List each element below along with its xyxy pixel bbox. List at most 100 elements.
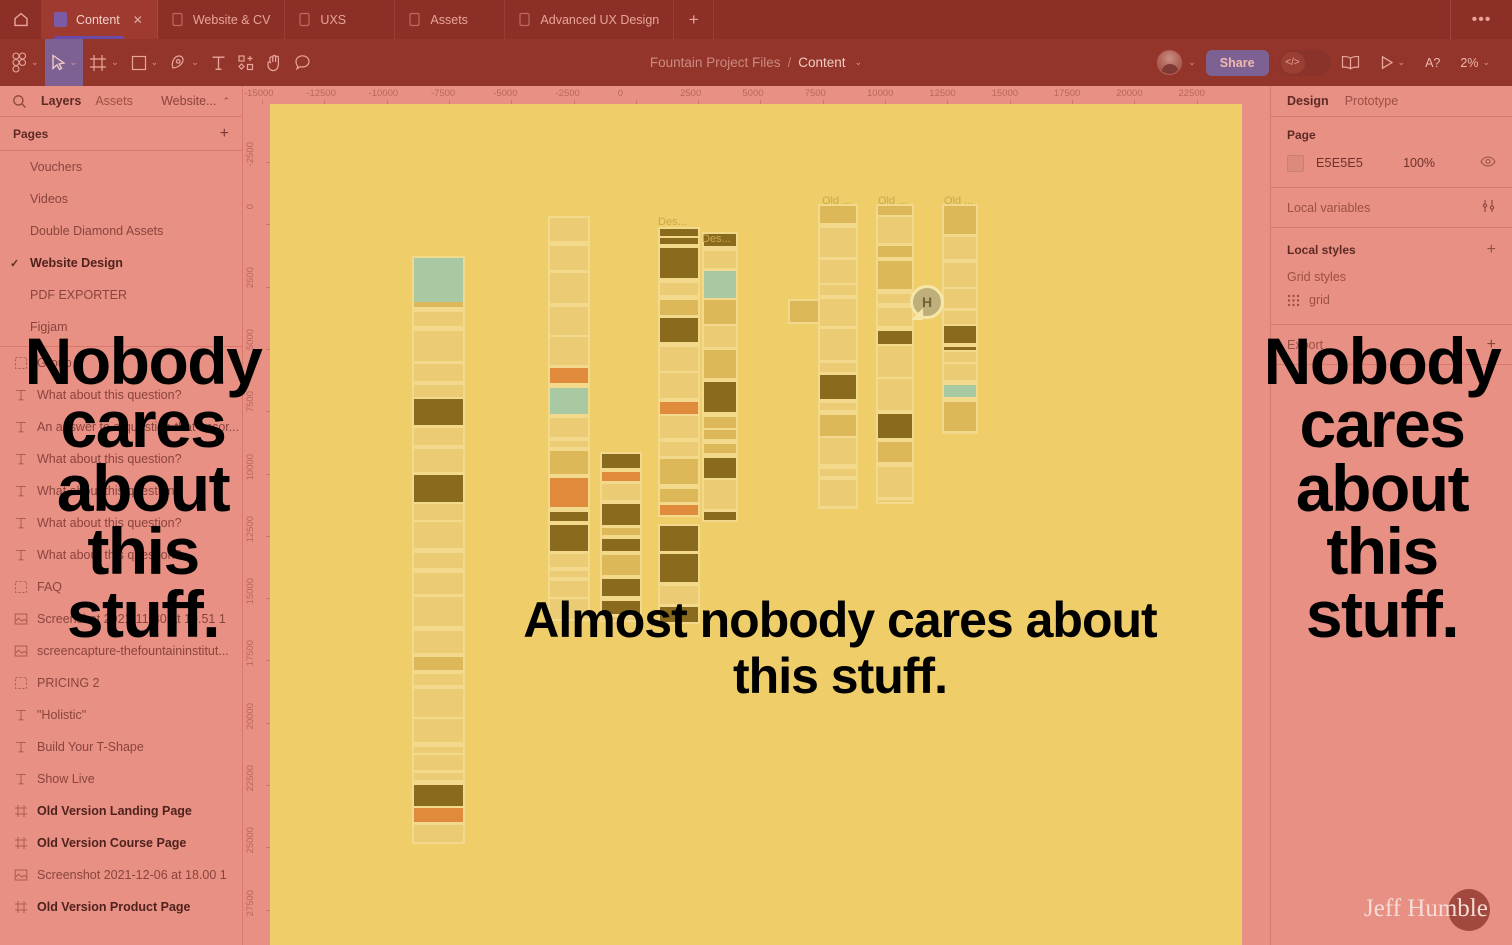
- tab-website-cv[interactable]: Website & CV: [158, 0, 286, 39]
- tab-uxs[interactable]: UXS: [285, 0, 396, 39]
- artboard[interactable]: [942, 204, 978, 434]
- design-canvas[interactable]: Des... Des... Old ... Old ... Old ... H: [270, 104, 1242, 945]
- ruler-tick-label: -7500: [430, 88, 456, 99]
- artboard-block: [550, 571, 588, 577]
- artboard-block: [878, 206, 912, 215]
- artboard-block: [878, 261, 912, 289]
- artboard-block: [550, 554, 588, 567]
- move-tool-button[interactable]: ⌄: [44, 39, 84, 86]
- frame-label[interactable]: Old ...: [822, 195, 851, 207]
- artboard-block: [414, 808, 463, 822]
- share-button[interactable]: Share: [1205, 49, 1269, 76]
- color-swatch[interactable]: [1287, 154, 1304, 172]
- breadcrumb-file[interactable]: Content: [798, 55, 845, 70]
- file-dropdown[interactable]: Website... ⌃: [161, 94, 230, 108]
- breadcrumb-project[interactable]: Fountain Project Files: [650, 55, 781, 70]
- font-status-badge[interactable]: A?: [1415, 39, 1450, 86]
- frame-label[interactable]: Des...: [658, 216, 687, 228]
- new-tab-button[interactable]: +: [674, 0, 715, 39]
- artboard-block: [878, 467, 912, 497]
- tab-design[interactable]: Design: [1287, 94, 1329, 108]
- artboard-block: [414, 785, 463, 806]
- window-more-menu-icon[interactable]: •••: [1450, 0, 1512, 39]
- artboard-block: [704, 417, 736, 428]
- tab-prototype[interactable]: Prototype: [1345, 94, 1399, 108]
- page-color-hex[interactable]: E5E5E5: [1316, 156, 1363, 170]
- artboard[interactable]: [876, 204, 914, 504]
- frame-label[interactable]: Old ...: [944, 195, 973, 207]
- page-item-double-diamond-assets[interactable]: Double Diamond Assets: [0, 215, 242, 247]
- frame-tool-button[interactable]: ⌄: [83, 39, 125, 86]
- artboard-block: [660, 347, 698, 371]
- pages-list: Vouchers Videos Double Diamond Assets ✓ Webs…: [0, 151, 242, 343]
- artboard-block: [820, 375, 856, 399]
- text-tool-button[interactable]: [205, 39, 232, 86]
- layer-item[interactable]: Show Live: [0, 763, 242, 795]
- search-icon[interactable]: [12, 94, 27, 109]
- eye-icon[interactable]: [1480, 156, 1496, 170]
- hand-tool-button[interactable]: [260, 39, 288, 86]
- layer-item[interactable]: Old Version Landing Page: [0, 795, 242, 827]
- avatar-group[interactable]: ⌄: [1153, 50, 1204, 75]
- close-icon[interactable]: ✕: [133, 14, 143, 26]
- shape-tool-button[interactable]: ⌄: [125, 39, 165, 86]
- layer-item-label: Screenshot 2021-12-06 at 18.00 1: [37, 868, 227, 882]
- layer-item[interactable]: Screenshot 2021-12-06 at 18.00 1: [0, 859, 242, 891]
- artboard[interactable]: [702, 232, 738, 522]
- figma-menu-button[interactable]: ⌄: [0, 39, 45, 86]
- artboard[interactable]: [942, 324, 978, 352]
- add-page-button[interactable]: +: [220, 125, 229, 143]
- artboard-block: [660, 238, 698, 244]
- tab-assets[interactable]: Assets: [395, 0, 506, 39]
- artboard-block: [878, 442, 912, 462]
- artboard[interactable]: [818, 204, 858, 509]
- layer-item[interactable]: Old Version Product Page: [0, 891, 242, 923]
- frame-label[interactable]: Des...: [702, 233, 731, 245]
- artboard-block: [878, 414, 912, 438]
- chevron-down-icon: ⌄: [111, 57, 119, 67]
- layer-item[interactable]: PRICING 2: [0, 667, 242, 699]
- tab-assets[interactable]: Assets: [95, 94, 133, 108]
- artboard[interactable]: [412, 256, 465, 844]
- layer-item-label: "Holistic": [37, 708, 87, 722]
- artboard-block: [660, 554, 698, 582]
- page-item-vouchers[interactable]: Vouchers: [0, 151, 242, 183]
- layer-item-label: PRICING 2: [37, 676, 100, 690]
- page-item-website-design[interactable]: ✓ Website Design: [0, 247, 242, 279]
- chevron-down-icon[interactable]: ⌄: [855, 57, 863, 68]
- layer-item[interactable]: "Holistic": [0, 699, 242, 731]
- zoom-level-button[interactable]: 2% ⌄: [1450, 39, 1500, 86]
- components-tool-button[interactable]: [232, 39, 260, 86]
- add-style-button[interactable]: +: [1487, 241, 1496, 259]
- tab-advanced-ux-design[interactable]: Advanced UX Design: [505, 0, 675, 39]
- chevron-down-icon[interactable]: ⌄: [1398, 57, 1406, 68]
- present-button[interactable]: ⌄: [1370, 39, 1416, 86]
- home-button[interactable]: [0, 0, 41, 39]
- pen-tool-button[interactable]: ⌄: [164, 39, 205, 86]
- library-button[interactable]: [1331, 39, 1370, 86]
- frame-label[interactable]: Old ...: [878, 195, 907, 207]
- tab-layers[interactable]: Layers: [41, 94, 81, 108]
- artboard-block: [414, 674, 463, 685]
- tab-content[interactable]: Content ✕: [41, 0, 158, 39]
- layer-item[interactable]: Build Your T-Shape: [0, 731, 242, 763]
- artboard[interactable]: [548, 216, 590, 621]
- avatar[interactable]: [1157, 50, 1183, 75]
- dev-mode-toggle[interactable]: </>: [1278, 49, 1331, 76]
- artboard-block: [820, 363, 856, 372]
- page-item-videos[interactable]: Videos: [0, 183, 242, 215]
- grid-style-item[interactable]: grid: [1271, 288, 1512, 312]
- local-variables-row[interactable]: Local variables: [1271, 188, 1512, 228]
- artboard-block: [820, 415, 856, 436]
- artboard-block: [602, 555, 640, 575]
- variables-icon[interactable]: [1481, 199, 1496, 216]
- chevron-down-icon[interactable]: ⌄: [1188, 57, 1196, 68]
- page-color-opacity[interactable]: 100%: [1403, 156, 1435, 170]
- figma-file-icon: [298, 12, 311, 27]
- comment-tool-button[interactable]: [288, 39, 317, 86]
- page-item-pdf-exporter[interactable]: PDF EXPORTER: [0, 279, 242, 311]
- layer-item[interactable]: Old Version Course Page: [0, 827, 242, 859]
- watermark: Jeff Humble: [1364, 881, 1496, 937]
- artboard[interactable]: [658, 227, 700, 517]
- artboard-block: [704, 382, 736, 412]
